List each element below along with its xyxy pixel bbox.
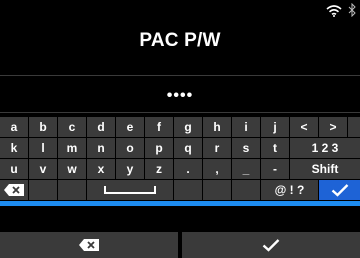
check-icon xyxy=(262,239,280,252)
key-v[interactable]: v xyxy=(29,159,57,179)
key-c[interactable]: c xyxy=(58,117,86,137)
backspace-icon xyxy=(4,184,24,196)
key-u[interactable]: u xyxy=(0,159,28,179)
key-w[interactable]: w xyxy=(58,159,86,179)
key-spacer xyxy=(29,180,57,200)
enter-key[interactable] xyxy=(319,180,360,200)
cursor-right-key[interactable]: > xyxy=(319,117,347,137)
key-g[interactable]: g xyxy=(174,117,202,137)
key-k[interactable]: k xyxy=(0,138,28,158)
shift-key[interactable]: Shift xyxy=(290,159,360,179)
key-i[interactable]: i xyxy=(232,117,260,137)
softkey-confirm-button[interactable] xyxy=(182,232,360,258)
key-spacer xyxy=(232,180,260,200)
key-b[interactable]: b xyxy=(29,117,57,137)
key-m[interactable]: m xyxy=(58,138,86,158)
page-title: PAC P/W xyxy=(139,30,221,51)
key-y[interactable]: y xyxy=(116,159,144,179)
key-z[interactable]: z xyxy=(145,159,173,179)
numeric-mode-key[interactable]: 1 2 3 xyxy=(290,138,360,158)
key-l[interactable]: l xyxy=(29,138,57,158)
symbols-key[interactable]: @ ! ? xyxy=(261,180,318,200)
space-icon xyxy=(104,186,156,194)
key-d[interactable]: d xyxy=(87,117,115,137)
backspace-icon xyxy=(79,239,99,251)
divider xyxy=(0,75,360,76)
cursor-left-key[interactable]: < xyxy=(290,117,318,137)
key-f[interactable]: f xyxy=(145,117,173,137)
backspace-key[interactable] xyxy=(0,180,28,200)
key-spacer xyxy=(58,180,86,200)
key-h[interactable]: h xyxy=(203,117,231,137)
key-s[interactable]: s xyxy=(232,138,260,158)
key-r[interactable]: r xyxy=(203,138,231,158)
space-key[interactable] xyxy=(87,180,173,200)
key-hyphen[interactable]: - xyxy=(261,159,289,179)
key-o[interactable]: o xyxy=(116,138,144,158)
check-icon xyxy=(331,184,348,197)
key-t[interactable]: t xyxy=(261,138,289,158)
key-comma[interactable]: , xyxy=(203,159,231,179)
password-field[interactable]: •••• xyxy=(0,84,360,108)
key-x[interactable]: x xyxy=(87,159,115,179)
softkey-backspace-button[interactable] xyxy=(0,232,178,258)
bluetooth-icon xyxy=(348,3,356,17)
key-underscore[interactable]: _ xyxy=(232,159,260,179)
key-spacer xyxy=(174,180,202,200)
key-spacer xyxy=(203,180,231,200)
key-e[interactable]: e xyxy=(116,117,144,137)
pac-password-screen: PAC P/W •••• a b c d e f g h i j < > k l… xyxy=(0,0,360,258)
softkey-bar xyxy=(0,206,360,258)
key-p[interactable]: p xyxy=(145,138,173,158)
wifi-icon xyxy=(326,5,342,17)
key-period[interactable]: . xyxy=(174,159,202,179)
divider xyxy=(0,112,360,113)
key-a[interactable]: a xyxy=(0,117,28,137)
key-n[interactable]: n xyxy=(87,138,115,158)
key-j[interactable]: j xyxy=(261,117,289,137)
status-bar xyxy=(0,0,360,24)
onscreen-keyboard: a b c d e f g h i j < > k l m n o p q r … xyxy=(0,116,360,202)
key-q[interactable]: q xyxy=(174,138,202,158)
key-spacer xyxy=(348,117,360,137)
